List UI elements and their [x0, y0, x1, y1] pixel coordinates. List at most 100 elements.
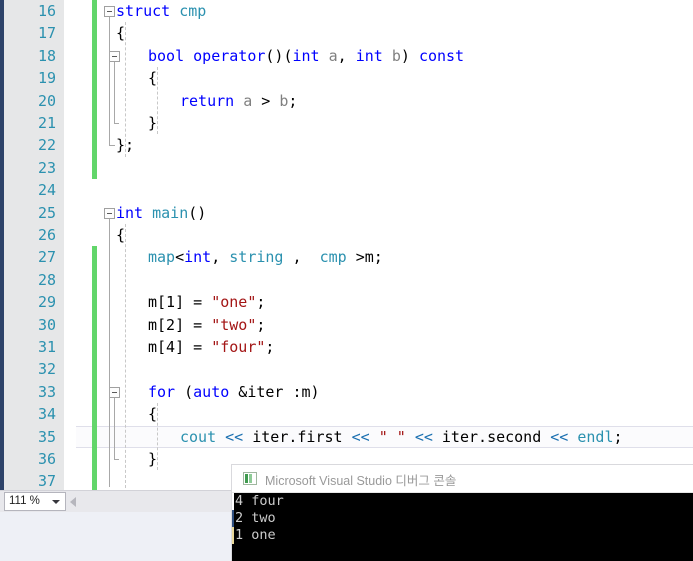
- console-output-line: 4 four: [235, 493, 284, 509]
- zoom-level-value: 111 %: [9, 495, 40, 507]
- line-number: 25: [37, 203, 56, 222]
- code-line[interactable]: 26 {: [4, 224, 693, 246]
- change-indicator-bar: [92, 403, 97, 426]
- change-indicator-bar: [92, 67, 97, 90]
- code-text: }: [148, 114, 158, 132]
- scroll-left-arrow-icon[interactable]: [70, 497, 76, 507]
- code-text: {: [116, 226, 126, 244]
- change-indicator-bar: [92, 470, 97, 490]
- code-text: m[4] = "four";: [148, 338, 275, 356]
- change-indicator-bar: [92, 0, 97, 23]
- change-indicator-bar: [92, 89, 97, 112]
- fold-guide-for: [114, 397, 115, 459]
- console-output-line: 1 one: [235, 527, 276, 543]
- code-line[interactable]: 21}: [4, 112, 693, 135]
- code-line[interactable]: 31 m[4] = "four";: [4, 336, 693, 359]
- change-indicator-bar: [92, 336, 97, 359]
- change-indicator-bar: [92, 134, 97, 157]
- code-lines-container[interactable]: 16 struct cmp 17 {18 bool operator()(int a, …: [4, 0, 693, 490]
- console-output-area[interactable]: 4 four 2 two 1 one: [232, 493, 693, 561]
- code-text: {: [148, 405, 158, 424]
- console-title-bar[interactable]: Microsoft Visual Studio 디버그 콘솔: [232, 465, 693, 493]
- code-line[interactable]: 17 {: [4, 22, 693, 45]
- line-number: 20: [37, 91, 56, 110]
- line-number: 30: [37, 315, 56, 334]
- change-indicator-bar: [92, 291, 97, 314]
- indent-guide-4: [157, 403, 158, 471]
- code-line[interactable]: 35 cout << iter.first << " " << iter.seco…: [4, 425, 693, 448]
- code-line[interactable]: 29 m[1] = "one";: [4, 291, 693, 314]
- zoom-level-combo[interactable]: 111 %: [4, 492, 66, 511]
- line-number: 17: [37, 24, 56, 43]
- change-indicator-bar: [92, 22, 97, 45]
- code-line[interactable]: 20 return a > b;: [4, 89, 693, 112]
- code-text: cout << iter.first << " " << iter.second…: [180, 427, 623, 446]
- code-text: return a > b;: [180, 91, 298, 110]
- line-number: 24: [37, 181, 56, 200]
- line-number: 37: [37, 472, 56, 490]
- line-number: 19: [37, 69, 56, 88]
- visual-studio-window: 16 struct cmp 17 {18 bool operator()(int a, …: [0, 0, 693, 561]
- debug-console-window[interactable]: Microsoft Visual Studio 디버그 콘솔 4 four 2 t…: [232, 465, 693, 561]
- line-number: 16: [37, 2, 56, 20]
- change-indicator-bar: [92, 156, 97, 180]
- line-number: 32: [37, 360, 56, 379]
- fold-end-tick-operator: [114, 123, 119, 124]
- console-left-accents: [232, 493, 234, 544]
- collapse-toggle-icon[interactable]: [109, 50, 120, 62]
- code-text: m[2] = "two";: [148, 315, 266, 334]
- code-editor[interactable]: 16 struct cmp 17 {18 bool operator()(int a, …: [4, 0, 693, 490]
- indent-guide-3: [125, 224, 126, 490]
- code-line[interactable]: 16 struct cmp: [4, 0, 693, 23]
- change-indicator-bar: [92, 44, 97, 68]
- code-text: {: [116, 24, 126, 43]
- indent-guide-1: [125, 22, 126, 157]
- code-text: bool operator()(int a, int b) const: [148, 46, 465, 65]
- collapse-toggle-icon[interactable]: [104, 207, 115, 219]
- code-line[interactable]: 18 bool operator()(int a, int b) const: [4, 44, 693, 68]
- fold-end-tick-struct: [109, 145, 115, 147]
- collapse-toggle-icon[interactable]: [104, 6, 115, 17]
- console-title-text: Microsoft Visual Studio 디버그 콘솔: [265, 474, 457, 488]
- code-line[interactable]: 24: [4, 179, 693, 201]
- code-line[interactable]: 33 for (auto &iter :m): [4, 380, 693, 404]
- code-text: m[1] = "one";: [148, 293, 266, 312]
- change-indicator-bar: [92, 268, 97, 292]
- fold-guide-operator: [114, 61, 115, 123]
- line-number: 36: [37, 450, 56, 468]
- code-text: {: [148, 69, 158, 88]
- code-text: for (auto &iter :m): [148, 382, 320, 401]
- code-line[interactable]: 27 map<int, string , cmp >m;: [4, 246, 693, 269]
- line-number: 35: [37, 427, 56, 446]
- change-indicator-bar: [92, 425, 97, 448]
- code-text: }: [148, 450, 158, 468]
- change-indicator-bar: [92, 246, 97, 269]
- fold-guide-struct: [109, 17, 110, 146]
- line-number: 26: [37, 226, 56, 244]
- code-line[interactable]: 23: [4, 156, 693, 180]
- code-line[interactable]: 25 int main(): [4, 202, 693, 224]
- chevron-down-icon[interactable]: [52, 500, 60, 504]
- code-line[interactable]: 28: [4, 268, 693, 292]
- code-line[interactable]: 22};: [4, 134, 693, 157]
- collapse-toggle-icon[interactable]: [109, 386, 120, 398]
- console-app-icon: [243, 472, 257, 485]
- line-number: 28: [37, 270, 56, 289]
- line-number: 18: [37, 46, 56, 65]
- console-output-line: 2 two: [235, 510, 276, 526]
- code-line[interactable]: 19 {: [4, 67, 693, 90]
- change-indicator-bar: [92, 380, 97, 404]
- code-line[interactable]: 32: [4, 358, 693, 381]
- fold-end-tick-for: [114, 459, 119, 460]
- code-line[interactable]: 30 m[2] = "two";: [4, 313, 693, 336]
- change-indicator-bar: [92, 448, 97, 471]
- line-number: 29: [37, 293, 56, 312]
- line-number: 27: [37, 248, 56, 267]
- line-number: 22: [37, 136, 56, 155]
- line-number: 21: [37, 114, 56, 132]
- code-text: struct cmp: [116, 2, 207, 20]
- line-number: 34: [37, 405, 56, 424]
- code-text: map<int, string , cmp >m;: [148, 248, 383, 267]
- line-number: 33: [37, 382, 56, 401]
- code-line[interactable]: 34 {: [4, 403, 693, 426]
